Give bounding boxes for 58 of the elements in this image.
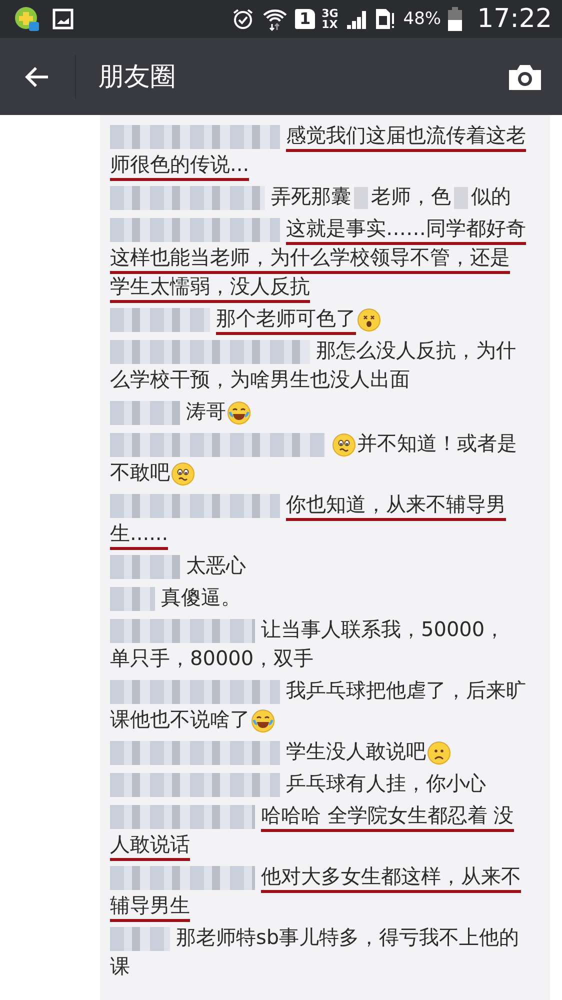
frowning-emoji-icon — [427, 741, 451, 765]
comment-text: 真傻逼。 — [161, 584, 241, 611]
comment-text: 他对大多女生都这样，从来不 — [261, 863, 521, 893]
comment-text: 你也知道，从来不辅导男 — [286, 491, 506, 521]
sim-slot-badge: 1 — [295, 9, 315, 29]
worried-emoji-icon — [332, 433, 356, 457]
dizzy-emoji-icon — [357, 308, 381, 332]
comment-text: 让当事人联系我，50000， — [261, 616, 505, 643]
image-icon — [52, 8, 74, 30]
back-arrow-icon — [24, 64, 50, 88]
laughing-crying-emoji-icon — [227, 401, 251, 425]
comment-text: 学生没人敢说吧 — [286, 738, 426, 765]
clock-time: 17:22 — [477, 4, 552, 34]
screen-title: 朋友圈 — [98, 61, 177, 94]
comment-text: 并不知道！或者是 — [357, 430, 517, 457]
wifi-icon — [262, 7, 288, 31]
comment-text: 感觉我们这届也流传着这老 — [286, 122, 526, 152]
comment-text: 那个老师可色了 — [216, 305, 356, 335]
redacted-name — [110, 927, 170, 951]
battery-percentage: 48% — [403, 9, 442, 29]
comment-text: 人敢说话 — [110, 831, 190, 861]
redacted-name — [110, 587, 155, 611]
comment-text: 那怎么没人反抗，为什 — [316, 337, 516, 364]
comment-text: 师很色的传说... — [110, 151, 250, 181]
comment-text: 课他也不说啥了 — [110, 706, 250, 733]
app-notification-icon — [14, 6, 40, 32]
comment-text: 哈哈哈 全学院女生都忍着 没 — [261, 802, 514, 832]
redaction-block — [454, 187, 468, 209]
comment-text: 我乒乓球把他虐了，后来旷 — [286, 677, 526, 704]
comment-text: 生...... — [110, 520, 168, 550]
comment-text: 辅导男生 — [110, 892, 190, 922]
camera-icon — [508, 62, 542, 90]
comment-text: 课 — [110, 953, 130, 980]
network-type-label: 1X — [322, 19, 338, 30]
back-button[interactable] — [24, 64, 50, 88]
comment-text: 不敢吧 — [110, 459, 170, 486]
comment-text: 那老师特sb事儿特多，得亏我不上他的 — [176, 924, 520, 951]
alarm-icon — [231, 7, 256, 31]
comment-text: 么学校干预，为啥男生也没人出面 — [110, 366, 410, 393]
comment-text: 弄死那囊 — [271, 183, 351, 210]
redaction-block — [354, 187, 368, 209]
network-type-label: 3G — [322, 8, 338, 19]
redacted-name — [110, 401, 180, 425]
worried-emoji-icon — [171, 462, 195, 486]
redacted-name — [110, 555, 180, 579]
comment-text: 老师，色 — [371, 183, 451, 210]
laughing-crying-emoji-icon — [251, 709, 275, 733]
comment-text: 太恶心 — [186, 552, 246, 579]
comment-text: 单只手，80000，双手 — [110, 645, 314, 672]
sim-card-icon — [374, 7, 396, 31]
camera-button[interactable] — [508, 62, 542, 90]
comment-text: 这样也能当老师，为什么学校领导不管，还是 — [110, 244, 510, 274]
comment-text: 似的 — [471, 183, 511, 210]
comment-text: 涛哥 — [186, 398, 226, 425]
comment-text: 学生太懦弱，没人反抗 — [110, 273, 310, 303]
comment-text: 乒乓球有人挂，你小心 — [286, 770, 486, 797]
comment-text: 这就是事实……同学都好奇 — [286, 215, 526, 245]
battery-icon — [448, 7, 462, 31]
